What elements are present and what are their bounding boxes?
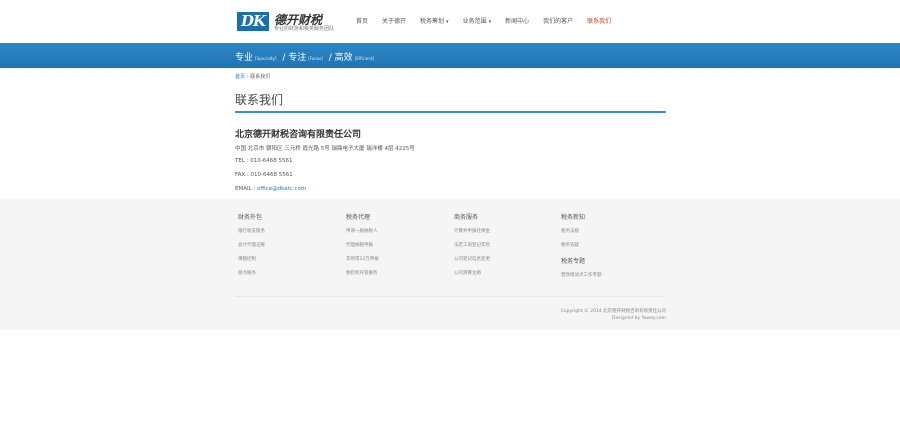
nav-label: 新闻中心: [505, 18, 530, 25]
telephone: TEL : 010-6468 5561: [235, 158, 293, 164]
email-line: EMAIL : office@dkatc.com: [235, 186, 306, 192]
email-label: EMAIL :: [235, 186, 258, 192]
slogan-separator: /: [328, 53, 332, 63]
slogan-word: 高效: [334, 53, 353, 63]
nav-label: 业务范围: [462, 18, 487, 25]
nav-item-home[interactable]: 首页: [356, 16, 368, 25]
copyright-text: Copyright © 2014 北京德开财税咨询有限责任公司: [560, 309, 666, 314]
main-nav: 首页 关于德开 税务筹划 ▾ 业务范围 ▾ 新闻中心 我们的客户 联系我们: [356, 16, 625, 25]
caret-down-icon: ▾: [488, 19, 492, 25]
footer-link[interactable]: 税务答疑: [561, 242, 602, 248]
title-divider: [235, 111, 666, 113]
nav-item-about[interactable]: 关于德开: [382, 16, 406, 25]
fax: FAX : 010-6468 5561: [235, 172, 293, 178]
footer-link[interactable]: 公司清算注销: [454, 270, 490, 276]
nav-item-business-scope[interactable]: 业务范围 ▾: [463, 16, 492, 25]
footer-link[interactable]: 代理纳税申报: [346, 242, 379, 248]
site-footer: 财务外包 银行收支服务 会计代理记账 薄额控制 盘点服务 税务代理 申请一般纳税…: [0, 199, 900, 330]
footer-col-tax-news: 税务新知 税务法规 税务答疑 税务专题 营改增试点工作专题: [561, 212, 602, 286]
footer-link[interactable]: 税务法规: [561, 228, 602, 234]
breadcrumb-current: 联系我们: [250, 74, 271, 80]
slogan-english: [Focus]: [308, 56, 323, 61]
logo-mark[interactable]: DK: [237, 12, 269, 31]
nav-label: 联系我们: [587, 18, 612, 25]
footer-link[interactable]: 营改增试点工作专题: [561, 272, 602, 278]
footer-link[interactable]: 银行收支服务: [238, 228, 265, 234]
footer-col-business: 商务服务 计算并申报社保金 法定工商登记年检 公司登记信息变更 公司清算注销: [454, 212, 490, 284]
nav-item-news[interactable]: 新闻中心: [505, 16, 529, 25]
slogan-english: [Specialty]: [255, 56, 277, 61]
footer-link[interactable]: 年所得12万申报: [346, 256, 379, 262]
footer-link[interactable]: 会计代理记账: [238, 242, 265, 248]
nav-label: 首页: [356, 18, 369, 25]
footer-col-title: 税务专题: [561, 258, 586, 265]
footer-divider: [235, 296, 666, 297]
breadcrumb: 首页 › 联系我们: [235, 73, 270, 80]
nav-item-tax-planning[interactable]: 税务筹划 ▾: [420, 16, 449, 25]
footer-col-title: 税务代理: [346, 214, 371, 221]
slogan: 专业 [Specialty] / 专注 [Focus] / 高效 [Efficient…: [235, 50, 377, 63]
site-header: DK 德开财税 专业的财务和税务服务团队 首页 关于德开 税务筹划 ▾ 业务范围 ▾…: [0, 0, 900, 43]
footer-col-title: 税务新知: [561, 214, 586, 221]
breadcrumb-home[interactable]: 首页: [235, 74, 245, 80]
nav-label: 关于德开: [382, 18, 407, 25]
nav-item-clients[interactable]: 我们的客户: [543, 16, 573, 25]
slogan-word: 专业: [235, 53, 254, 63]
footer-link[interactable]: 法定工商登记年检: [454, 242, 490, 248]
footer-link[interactable]: 计算并申报社保金: [454, 228, 490, 234]
footer-col-title: 财务外包: [238, 214, 263, 221]
logo-tagline: 专业的财务和税务服务团队: [274, 26, 335, 32]
slogan-english: [Efficient]: [354, 56, 375, 61]
slogan-word: 专注: [288, 53, 307, 63]
email-link[interactable]: office@dkatc.com: [257, 186, 306, 192]
address: 中国 北京市 朝阳区 三元桥 霞光路 5号 瑞鼎电子大厦 瑞洋楼 4层 4225…: [235, 146, 415, 152]
footer-link[interactable]: 申请一般纳税人: [346, 228, 379, 234]
breadcrumb-separator: ›: [246, 74, 249, 80]
copyright: Copyright © 2014 北京德开财税咨询有限责任公司 Designed…: [561, 308, 666, 322]
nav-label: 我们的客户: [543, 18, 574, 25]
slogan-separator: /: [282, 53, 286, 63]
page-title: 联系我们: [235, 93, 284, 107]
footer-link[interactable]: 薄额控制: [238, 256, 265, 262]
footer-link[interactable]: 税控机托管服务: [346, 270, 379, 276]
nav-item-contact[interactable]: 联系我们: [587, 16, 611, 25]
caret-down-icon: ▾: [446, 19, 449, 25]
footer-col-title: 商务服务: [454, 214, 479, 221]
nav-label: 税务筹划: [420, 18, 445, 25]
company-name: 北京德开财税咨询有限责任公司: [235, 130, 362, 140]
footer-link[interactable]: 盘点服务: [238, 270, 265, 276]
designer-credit[interactable]: Designed by Yoway.com: [561, 315, 666, 322]
footer-link[interactable]: 公司登记信息变更: [454, 256, 490, 262]
footer-col-finance: 财务外包 银行收支服务 会计代理记账 薄额控制 盘点服务: [238, 212, 265, 284]
footer-col-tax-agent: 税务代理 申请一般纳税人 代理纳税申报 年所得12万申报 税控机托管服务: [346, 212, 379, 284]
slogan-banner: 专业 [Specialty] / 专注 [Focus] / 高效 [Efficient…: [0, 43, 900, 68]
